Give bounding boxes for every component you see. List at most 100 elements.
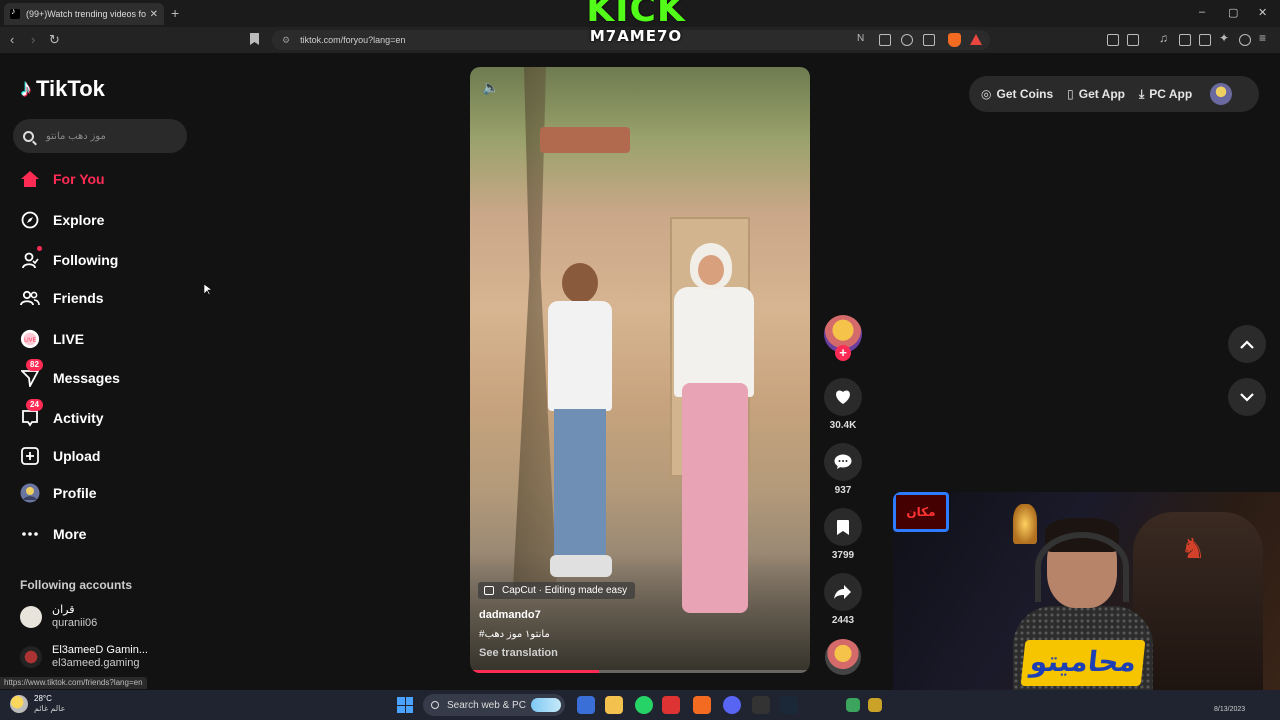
tiktok-logo[interactable]: ♪ TikTok xyxy=(20,75,105,103)
next-video-button[interactable] xyxy=(1228,378,1266,416)
like-count: 30.4K xyxy=(829,420,857,431)
comment-icon xyxy=(834,454,852,469)
nav-live[interactable]: LIVE LIVE xyxy=(20,327,84,351)
brave-rewards-icon[interactable] xyxy=(970,34,982,45)
video-progress-bar[interactable] xyxy=(470,670,810,673)
obs-icon[interactable] xyxy=(752,696,770,714)
download-icon: ⤓ xyxy=(1138,86,1145,101)
follow-plus-icon[interactable]: + xyxy=(835,345,851,361)
messages-icon: 82 xyxy=(20,359,43,388)
nav-friends[interactable]: Friends xyxy=(20,286,104,310)
video-author[interactable]: dadmando7 xyxy=(479,609,541,621)
nav-upload[interactable]: Upload xyxy=(20,444,100,468)
reader-mode-icon[interactable]: N xyxy=(857,33,869,45)
sidebar-icon[interactable] xyxy=(1179,34,1191,46)
reload-icon[interactable]: ↻ xyxy=(49,32,60,48)
get-app-button[interactable]: ▯ Get App xyxy=(1067,87,1125,101)
share-button[interactable] xyxy=(824,573,862,611)
following-account[interactable]: El3ameeD Gamin... el3ameed.gaming xyxy=(20,644,148,670)
mute-icon[interactable]: 🔈 xyxy=(482,79,499,96)
capcut-icon xyxy=(484,586,494,595)
capcut-badge[interactable]: CapCut · Editing made easy xyxy=(478,582,636,599)
streamer-logo: محاميتو xyxy=(1020,640,1146,686)
headphones-icon xyxy=(1035,532,1129,602)
nav-activity[interactable]: 24 Activity xyxy=(20,399,104,430)
nav-profile[interactable]: Profile xyxy=(20,481,97,505)
nav-more[interactable]: More xyxy=(20,522,86,546)
activity-badge: 24 xyxy=(26,399,43,411)
maximize-window-button[interactable]: ▢ xyxy=(1228,6,1238,19)
new-tab-button[interactable]: + xyxy=(171,5,179,21)
taskbar-search[interactable]: Search web & PC xyxy=(423,694,565,716)
screenshot-icon[interactable] xyxy=(1127,34,1139,46)
nav-following[interactable]: Following xyxy=(20,246,118,272)
home-icon xyxy=(20,169,40,189)
whatsapp-icon[interactable] xyxy=(635,696,653,714)
chair-logo-icon: ♞ xyxy=(1180,533,1206,564)
search-input[interactable]: موز دهب مانتو xyxy=(13,119,187,153)
get-coins-button[interactable]: ◎ Get Coins xyxy=(981,87,1053,101)
pc-app-button[interactable]: ⤓ PC App xyxy=(1139,87,1192,102)
wallet-icon[interactable] xyxy=(1199,34,1211,46)
neon-sign: مكان xyxy=(893,492,949,532)
nav-label: Explore xyxy=(53,212,105,228)
more-icon xyxy=(20,524,40,544)
status-bar-url: https://www.tiktok.com/friends?lang=en xyxy=(0,677,147,689)
tab-close-icon[interactable]: ✕ xyxy=(150,9,158,20)
nav-explore[interactable]: Explore xyxy=(20,208,104,232)
capcut-label: CapCut · Editing made easy xyxy=(502,585,628,596)
zoom-icon[interactable] xyxy=(901,34,913,46)
nav-messages[interactable]: 82 Messages xyxy=(20,359,120,390)
minimize-window-button[interactable]: – xyxy=(1199,6,1205,18)
steam-icon[interactable] xyxy=(780,696,798,714)
app-icon[interactable] xyxy=(662,696,680,714)
brave-browser-icon[interactable] xyxy=(693,696,711,714)
music-disc[interactable] xyxy=(825,639,861,675)
forward-icon[interactable]: › xyxy=(31,32,35,47)
back-icon[interactable]: ‹ xyxy=(10,32,14,47)
mouse-cursor-icon xyxy=(204,284,212,296)
search-icon[interactable] xyxy=(23,130,34,142)
tray-app-icon[interactable] xyxy=(846,698,860,712)
menu-icon[interactable]: ≡ xyxy=(1259,31,1271,45)
share-count: 2443 xyxy=(831,615,855,626)
nav-for-you[interactable]: For You xyxy=(20,167,105,191)
nav-label: Upload xyxy=(53,448,101,464)
get-coins-label: Get Coins xyxy=(996,87,1054,101)
like-button[interactable] xyxy=(824,378,862,416)
nav-label: LIVE xyxy=(53,331,85,347)
previous-video-button[interactable] xyxy=(1228,325,1266,363)
header-actions: ◎ Get Coins ▯ Get App ⤓ PC App xyxy=(969,76,1259,112)
media-icon[interactable]: ♫ xyxy=(1159,31,1171,45)
see-translation-link[interactable]: See translation xyxy=(479,647,558,659)
save-button[interactable] xyxy=(824,508,862,546)
leo-ai-icon[interactable]: ✦ xyxy=(1219,31,1231,45)
share-icon[interactable] xyxy=(923,34,935,46)
bookmark-icon[interactable] xyxy=(250,33,259,45)
following-account[interactable]: قران quranii06 xyxy=(20,604,97,630)
user-avatar[interactable] xyxy=(1210,83,1233,105)
comment-button[interactable] xyxy=(824,443,862,481)
tab-title: (99+)Watch trending videos for xyxy=(26,9,146,19)
url-text: tiktok.com/foryou?lang=en xyxy=(300,35,406,45)
extensions-icon[interactable] xyxy=(1107,34,1119,46)
close-window-button[interactable]: ✕ xyxy=(1258,6,1267,19)
task-view-icon[interactable] xyxy=(577,696,595,714)
tiktok-favicon-icon xyxy=(10,6,20,19)
cast-icon[interactable] xyxy=(879,34,891,46)
live-icon: LIVE xyxy=(20,329,40,349)
file-explorer-icon[interactable] xyxy=(605,696,623,714)
vpn-icon[interactable] xyxy=(1239,34,1251,46)
tray-app-icon[interactable] xyxy=(868,698,882,712)
site-settings-icon[interactable]: ⚙ xyxy=(282,35,290,46)
discord-icon[interactable] xyxy=(723,696,741,714)
nav-label: More xyxy=(53,526,87,542)
browser-tab[interactable]: (99+)Watch trending videos for ✕ xyxy=(4,3,164,25)
weather-widget[interactable]: 28°C عالم غائم xyxy=(10,694,65,714)
kick-logo: KICK xyxy=(586,0,686,30)
video-player[interactable]: 🔈 CapCut · Editing made easy dadmando7 #… xyxy=(470,67,810,673)
brave-shields-icon[interactable] xyxy=(948,33,961,47)
video-scene-girl xyxy=(660,243,770,643)
start-button-icon[interactable] xyxy=(397,697,413,713)
nav-label: For You xyxy=(53,171,105,187)
